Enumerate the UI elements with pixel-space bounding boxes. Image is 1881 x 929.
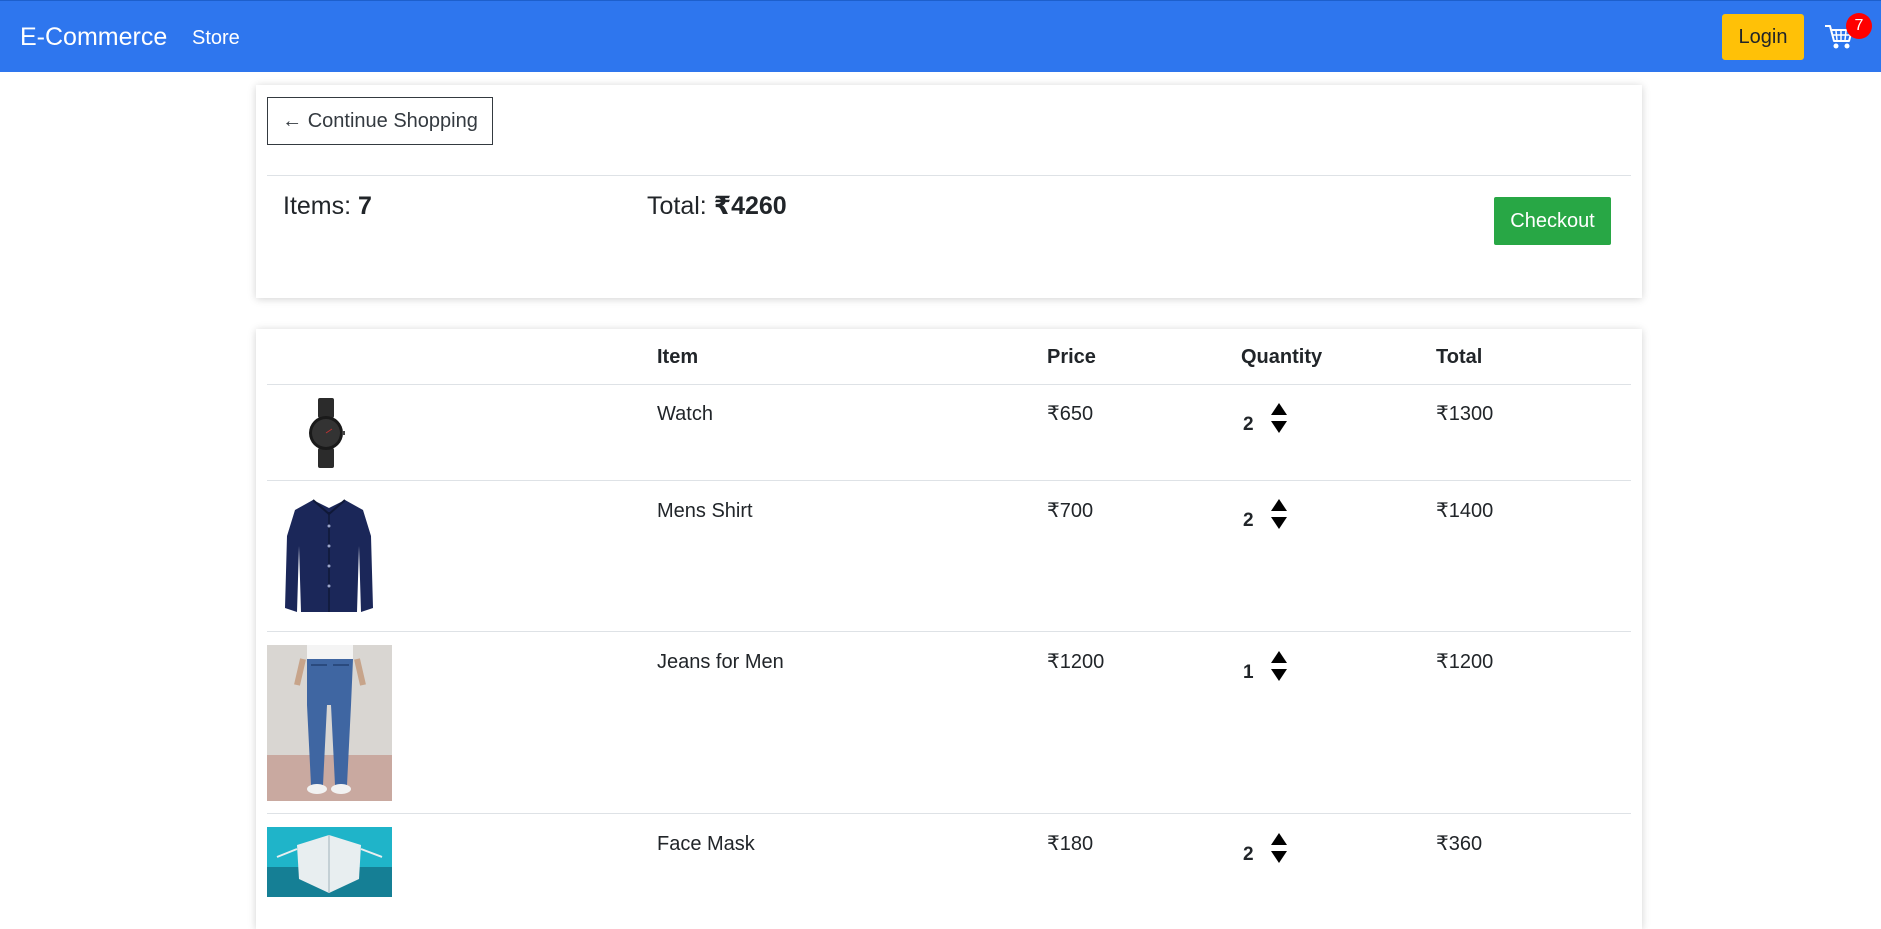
decrease-quantity-icon[interactable] — [1271, 517, 1287, 529]
row-divider — [267, 480, 1631, 481]
row-quantity: 2 — [1243, 414, 1254, 435]
checkout-button[interactable]: Checkout — [1494, 197, 1611, 245]
face-mask-image — [267, 827, 392, 897]
cart-total: Total: ₹4260 — [647, 191, 787, 221]
row-price: ₹180 — [1047, 833, 1094, 855]
items-count: Items: 7 — [283, 191, 372, 221]
login-button[interactable]: Login — [1722, 14, 1804, 60]
shirt-image — [285, 499, 373, 612]
row-quantity: 2 — [1243, 844, 1254, 865]
decrease-quantity-icon[interactable] — [1271, 851, 1287, 863]
row-item-name: Face Mask — [657, 833, 755, 855]
cart-count-badge: 7 — [1846, 13, 1872, 39]
row-price: ₹650 — [1047, 403, 1094, 425]
row-divider — [267, 813, 1631, 814]
items-value: 7 — [358, 192, 372, 220]
jeans-image — [267, 645, 392, 801]
header-price: Price — [1047, 346, 1096, 368]
row-divider — [267, 631, 1631, 632]
increase-quantity-icon[interactable] — [1271, 403, 1287, 415]
increase-quantity-icon[interactable] — [1271, 651, 1287, 663]
row-item-name: Mens Shirt — [657, 500, 753, 522]
top-navbar: E-Commerce Store Login 7 — [0, 0, 1881, 72]
continue-shopping-button[interactable]: ← Continue Shopping — [267, 97, 493, 145]
decrease-quantity-icon[interactable] — [1271, 421, 1287, 433]
header-quantity: Quantity — [1241, 346, 1323, 368]
row-price: ₹700 — [1047, 500, 1094, 522]
nav-store-link[interactable]: Store — [192, 26, 240, 50]
header-item: Item — [657, 346, 699, 368]
increase-quantity-icon[interactable] — [1271, 833, 1287, 845]
row-item-name: Watch — [657, 403, 713, 425]
watch-image — [309, 398, 345, 468]
cart-summary-card: ← Continue Shopping Items: 7 Total: ₹426… — [256, 85, 1642, 298]
row-quantity: 2 — [1243, 510, 1254, 531]
brand-link[interactable]: E-Commerce — [20, 22, 167, 52]
total-label: Total: — [647, 192, 714, 220]
items-label: Items: — [283, 192, 359, 220]
row-total: ₹1200 — [1436, 651, 1494, 673]
header-divider — [267, 384, 1631, 385]
total-value: ₹4260 — [713, 192, 787, 220]
cart-items-table: Item Price Quantity Total Watch ₹650 2 ₹… — [256, 329, 1642, 929]
row-price: ₹1200 — [1047, 651, 1105, 673]
row-total: ₹360 — [1436, 833, 1483, 855]
row-quantity: 1 — [1243, 662, 1254, 683]
decrease-quantity-icon[interactable] — [1271, 669, 1287, 681]
increase-quantity-icon[interactable] — [1271, 499, 1287, 511]
row-total: ₹1400 — [1436, 500, 1494, 522]
summary-divider — [267, 175, 1631, 176]
row-total: ₹1300 — [1436, 403, 1494, 425]
row-item-name: Jeans for Men — [657, 651, 784, 673]
header-total: Total — [1436, 346, 1483, 368]
